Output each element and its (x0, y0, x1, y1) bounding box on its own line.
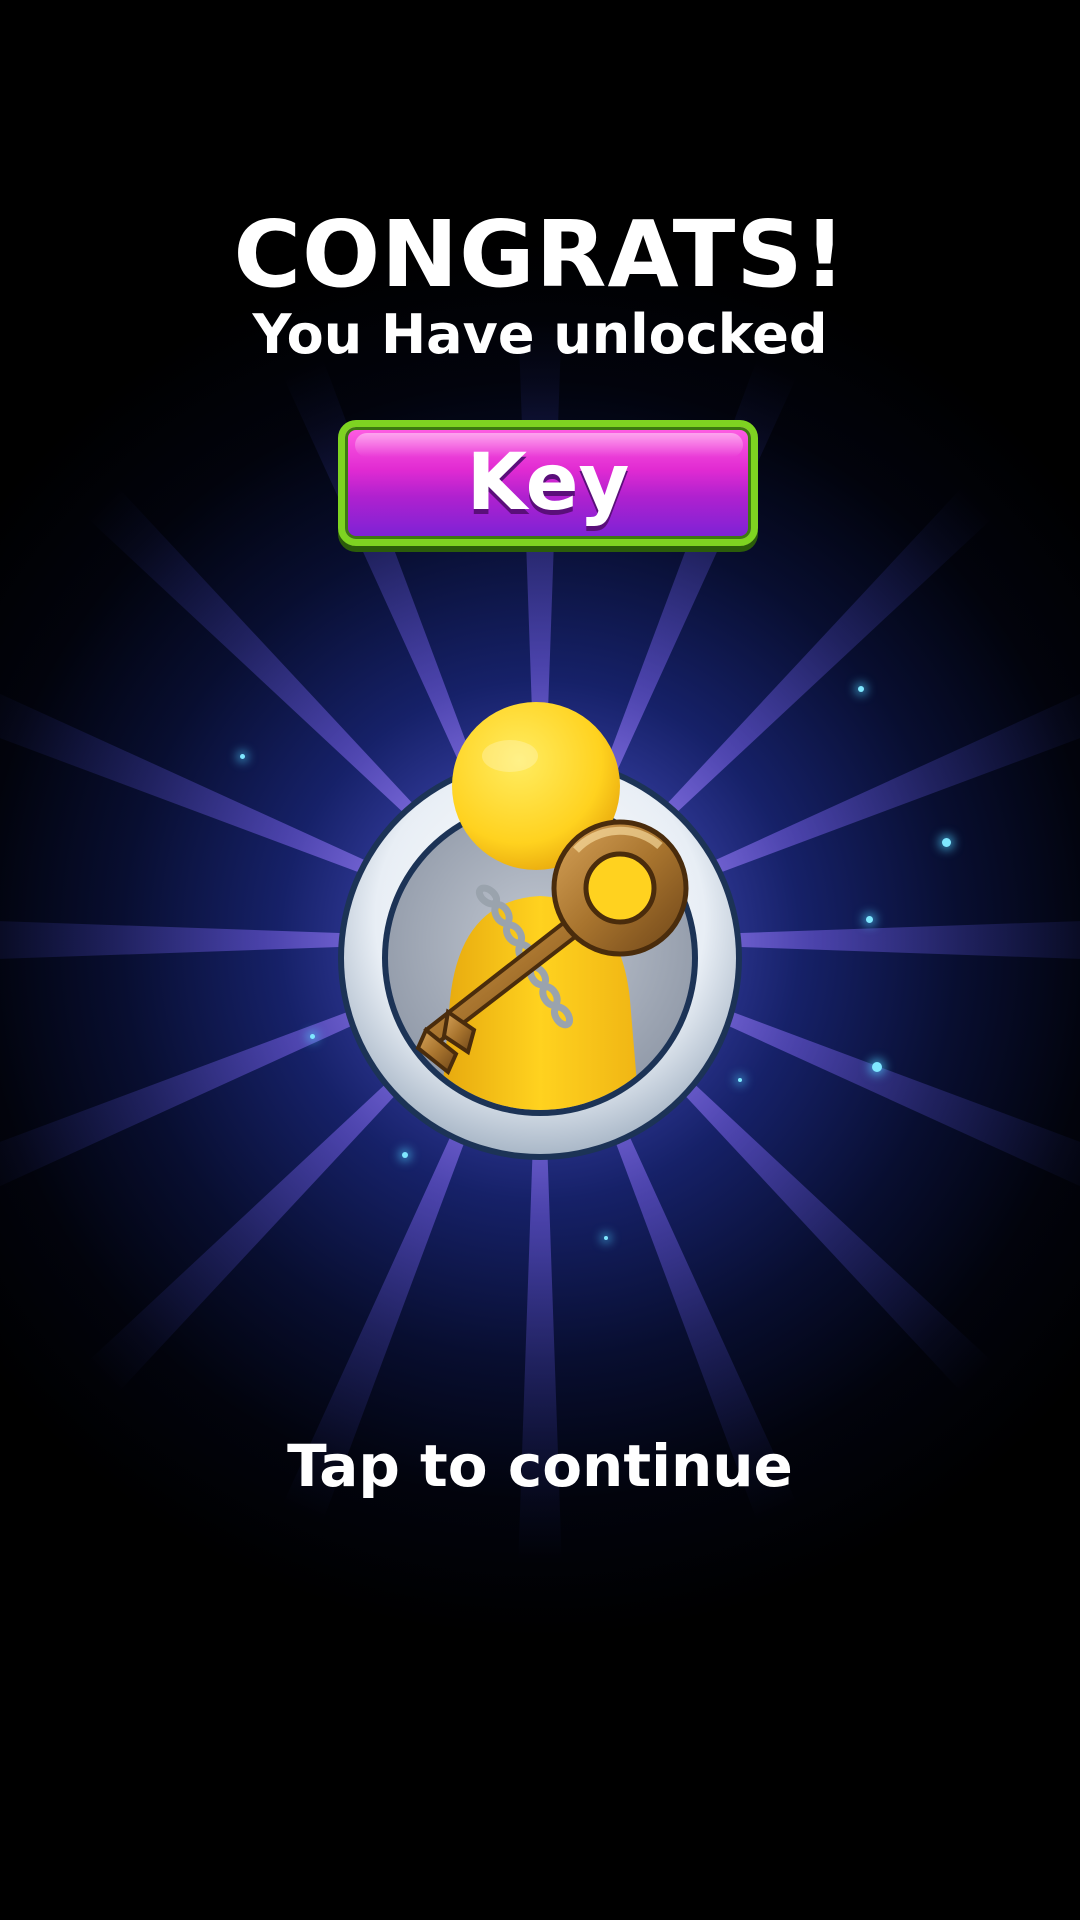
reward-name-label: Key (466, 438, 630, 528)
sparkle (942, 838, 951, 847)
tap-to-continue-prompt[interactable]: Tap to continue (0, 1430, 1080, 1502)
sparkle (310, 1034, 315, 1039)
sparkle (240, 754, 245, 759)
sparkle (858, 686, 864, 692)
reward-name-banner: Key (338, 420, 758, 546)
congrats-title: CONGRATS! (233, 201, 847, 308)
sparkle (872, 1062, 882, 1072)
yellow-character-with-key-icon (338, 702, 742, 1160)
unlocked-subtitle: You Have unlocked (252, 303, 828, 366)
sparkle (866, 916, 873, 923)
sparkle (604, 1236, 608, 1240)
